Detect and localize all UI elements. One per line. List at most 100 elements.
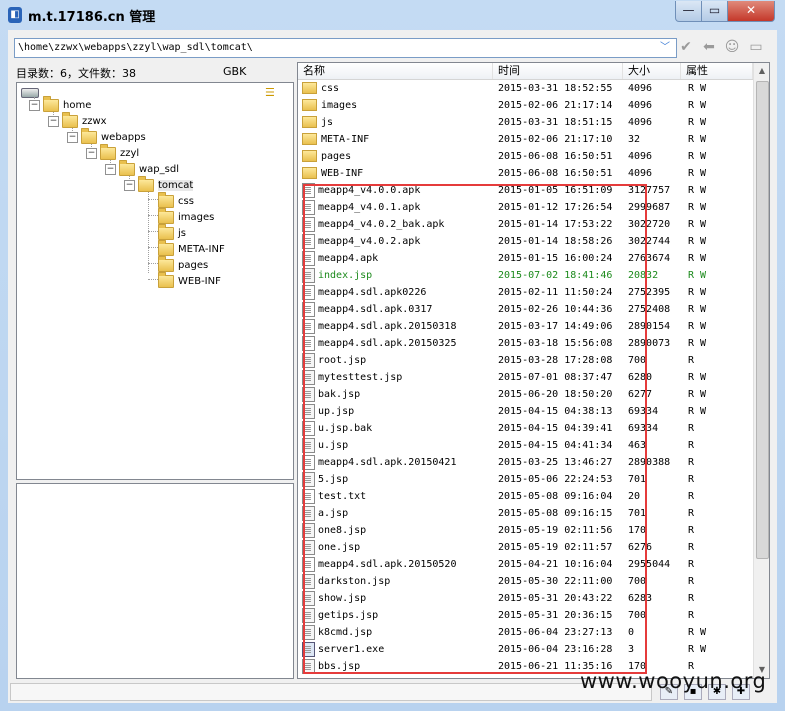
file-name: show.jsp <box>318 593 367 604</box>
file-name: one8.jsp <box>318 525 367 536</box>
table-row[interactable]: meapp4.sdl.apk.0317 2015-02-26 10:44:36 27… <box>298 301 753 318</box>
scroll-thumb[interactable] <box>756 81 769 559</box>
file-name: darkston.jsp <box>318 576 391 587</box>
table-row[interactable]: meapp4_v4.0.0.apk 2015-01-05 16:51:09 3127… <box>298 182 753 199</box>
file-attributes: R W <box>688 236 707 247</box>
jsp-file-icon <box>302 590 315 606</box>
table-row[interactable]: meapp4_v4.0.2_bak.apk 2015-01-14 17:53:22… <box>298 216 753 233</box>
table-row[interactable]: pages 2015-06-08 16:50:51 4096 R W <box>298 148 753 165</box>
user-icon[interactable]: ☺ <box>724 39 740 55</box>
table-row[interactable]: meapp4_v4.0.1.apk 2015-01-12 17:26:54 2999… <box>298 199 753 216</box>
collapse-icon[interactable]: − <box>105 163 116 175</box>
table-row[interactable]: meapp4.sdl.apk.20150325 2015-03-18 15:56:… <box>298 335 753 352</box>
collapse-icon[interactable]: − <box>86 147 97 159</box>
jsp-file-icon <box>302 369 315 385</box>
table-row[interactable]: images 2015-02-06 21:17:14 4096 R W <box>298 97 753 114</box>
table-row[interactable]: WEB-INF 2015-06-08 16:50:51 4096 R W <box>298 165 753 182</box>
folder-icon <box>158 207 174 224</box>
table-row[interactable]: darkston.jsp 2015-05-30 22:11:00 700 R <box>298 573 753 590</box>
collapse-icon[interactable]: − <box>29 99 40 111</box>
table-row[interactable]: u.jsp.bak 2015-04-15 04:39:41 69334 R <box>298 420 753 437</box>
tree-node-home[interactable]: − home <box>29 95 91 114</box>
file-time: 2015-05-06 22:24:53 <box>498 474 613 485</box>
table-row[interactable]: u.jsp 2015-04-15 04:41:34 463 R <box>298 437 753 454</box>
table-row[interactable]: meapp4.sdl.apk.20150318 2015-03-17 14:49:… <box>298 318 753 335</box>
tree-node-images[interactable]: images <box>158 207 214 226</box>
check-icon[interactable]: ✔ <box>678 39 694 55</box>
file-attributes: R W <box>688 134 707 145</box>
table-row[interactable]: meapp4.sdl.apk.20150421 2015-03-25 13:46:… <box>298 454 753 471</box>
file-size: 701 <box>628 508 647 519</box>
file-size: 4096 <box>628 168 653 179</box>
encoding-label[interactable]: GBK <box>223 65 246 78</box>
table-row[interactable]: css 2015-03-31 18:52:55 4096 R W <box>298 80 753 97</box>
back-arrow-icon[interactable]: ⬅ <box>701 39 717 55</box>
file-attributes: R <box>688 576 695 587</box>
column-header-name[interactable]: 名称 <box>298 63 493 79</box>
tree-node-zzyl[interactable]: − zzyl <box>86 143 139 162</box>
collapse-icon[interactable]: − <box>67 131 78 143</box>
file-attributes: R W <box>688 406 707 417</box>
column-header-time[interactable]: 时间 <box>493 63 623 79</box>
scroll-up-icon[interactable]: ▲ <box>756 65 768 77</box>
file-attributes: R W <box>688 151 707 162</box>
table-row[interactable]: meapp4.sdl.apk.20150520 2015-04-21 10:16:… <box>298 556 753 573</box>
table-row[interactable]: test.txt 2015-05-08 09:16:04 20 R <box>298 488 753 505</box>
column-header-attr[interactable]: 属性 <box>681 63 753 79</box>
tree-node-meta-inf[interactable]: META-INF <box>158 239 225 258</box>
file-size: 6277 <box>628 389 653 400</box>
file-name: test.txt <box>318 491 367 502</box>
close-button[interactable]: ✕ <box>727 1 775 22</box>
column-header-size[interactable]: 大小 <box>623 63 681 79</box>
list-view-icon[interactable]: ☰ <box>265 87 279 99</box>
table-row[interactable]: show.jsp 2015-05-31 20:43:22 6283 R <box>298 590 753 607</box>
minimize-button[interactable]: — <box>675 1 702 22</box>
table-row[interactable]: mytesttest.jsp 2015-07-01 08:37:47 6280 R W <box>298 369 753 386</box>
table-row[interactable]: meapp4.apk 2015-01-15 16:00:24 2763674 R W <box>298 250 753 267</box>
collapse-icon[interactable]: − <box>124 179 135 191</box>
path-input[interactable] <box>18 39 648 57</box>
table-row[interactable]: one8.jsp 2015-05-19 02:11:56 170 R <box>298 522 753 539</box>
file-size: 69334 <box>628 406 659 417</box>
detail-pane[interactable] <box>16 483 294 679</box>
window-icon[interactable]: ▭ <box>748 39 764 55</box>
file-icon <box>302 284 315 300</box>
file-icon <box>302 318 315 334</box>
table-row[interactable]: index.jsp 2015-07-02 18:41:46 20832 R W <box>298 267 753 284</box>
file-name: js <box>321 117 334 128</box>
directory-tree[interactable]: ☰ − home − zzwx − webapps − zzyl − wap_s… <box>16 82 294 480</box>
file-name: WEB-INF <box>321 168 364 179</box>
chevron-down-icon[interactable]: ﹀ <box>656 41 674 55</box>
table-row[interactable]: META-INF 2015-02-06 21:17:10 32 R W <box>298 131 753 148</box>
table-row[interactable]: 5.jsp 2015-05-06 22:24:53 701 R <box>298 471 753 488</box>
tree-node-web-inf[interactable]: WEB-INF <box>158 271 221 290</box>
table-row[interactable]: up.jsp 2015-04-15 04:38:13 69334 R W <box>298 403 753 420</box>
table-row[interactable]: meapp4.sdl.apk0226 2015-02-11 11:50:24 275… <box>298 284 753 301</box>
file-name-cell: one8.jsp <box>302 522 492 539</box>
file-time: 2015-07-01 08:37:47 <box>498 372 613 383</box>
table-row[interactable]: getips.jsp 2015-05-31 20:36:15 700 R <box>298 607 753 624</box>
file-attributes: R <box>688 457 695 468</box>
vertical-scrollbar[interactable]: ▲ ▼ <box>753 63 769 678</box>
table-row[interactable]: server1.exe 2015-06-04 23:16:28 3 R W <box>298 641 753 658</box>
folder-icon <box>119 159 135 176</box>
file-icon <box>302 233 315 249</box>
table-row[interactable]: meapp4_v4.0.2.apk 2015-01-14 18:58:26 3022… <box>298 233 753 250</box>
file-name-cell: getips.jsp <box>302 607 492 624</box>
file-name: bbs.jsp <box>318 661 361 672</box>
drive-icon[interactable] <box>21 88 39 98</box>
file-name-cell: server1.exe <box>302 641 492 658</box>
file-size: 20832 <box>628 270 659 281</box>
maximize-button[interactable]: ▭ <box>701 1 728 22</box>
table-row[interactable]: bak.jsp 2015-06-20 18:50:20 6277 R W <box>298 386 753 403</box>
path-bar[interactable]: ﹀ <box>14 38 677 58</box>
table-row[interactable]: one.jsp 2015-05-19 02:11:57 6276 R <box>298 539 753 556</box>
table-row[interactable]: a.jsp 2015-05-08 09:16:15 701 R <box>298 505 753 522</box>
table-row[interactable]: js 2015-03-31 18:51:15 4096 R W <box>298 114 753 131</box>
file-list[interactable]: 名称 时间 大小 属性 css 2015-03-31 18:52:55 4096 R … <box>297 62 770 679</box>
table-row[interactable]: root.jsp 2015-03-28 17:28:08 700 R <box>298 352 753 369</box>
jsp-file-icon <box>302 352 315 368</box>
table-row[interactable]: k8cmd.jsp 2015-06-04 23:27:13 0 R W <box>298 624 753 641</box>
tree-node-zzwx[interactable]: − zzwx <box>48 111 107 130</box>
collapse-icon[interactable]: − <box>48 115 59 127</box>
